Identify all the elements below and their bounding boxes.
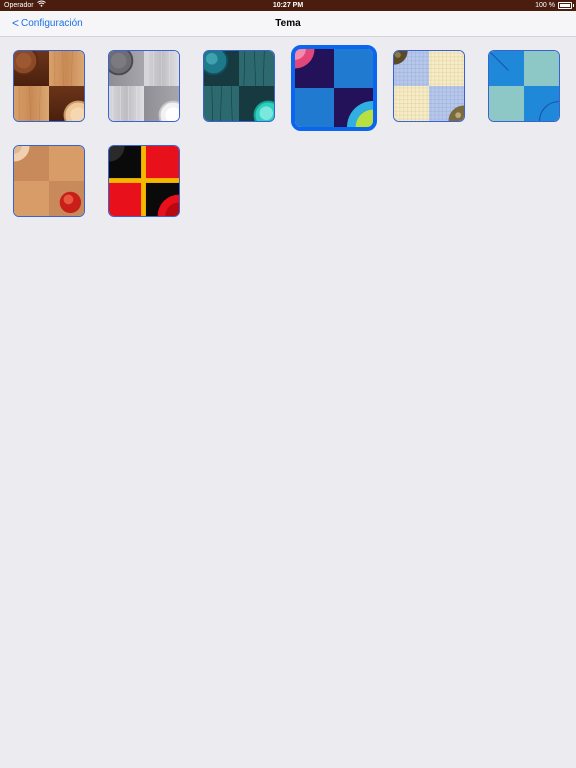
status-bar: Operador 10:27 PM 100 % — [0, 0, 576, 11]
metal-theme-preview-icon — [109, 51, 179, 121]
page-title: Tema — [275, 18, 301, 29]
cardboard-theme-preview-icon — [14, 146, 84, 216]
theme-tile-teal-wood[interactable] — [203, 50, 275, 122]
theme-tile-metal[interactable] — [108, 50, 180, 122]
theme-tile-aqua[interactable] — [488, 50, 560, 122]
battery-percent: 100 % — [535, 2, 555, 9]
theme-tile-red-black[interactable] — [108, 145, 180, 217]
theme-grid — [0, 37, 576, 768]
theme-tile-patchwork[interactable] — [393, 50, 465, 122]
battery-icon — [558, 2, 574, 9]
aqua-theme-preview-icon — [489, 51, 559, 121]
status-time: 10:27 PM — [272, 2, 304, 9]
battery-fill — [560, 4, 570, 7]
theme-tile-cardboard[interactable] — [13, 145, 85, 217]
status-right: 100 % — [535, 0, 574, 11]
teal-wood-theme-preview-icon — [204, 51, 274, 121]
theme-tile-blue-modern[interactable] — [291, 45, 377, 131]
blue-modern-theme-preview-icon — [295, 49, 373, 127]
wood-theme-preview-icon — [14, 51, 84, 121]
patchwork-theme-preview-icon — [394, 51, 464, 121]
theme-tile-wood[interactable] — [13, 50, 85, 122]
navigation-bar: < Configuración Tema — [0, 11, 576, 37]
red-black-theme-preview-icon — [109, 146, 179, 216]
